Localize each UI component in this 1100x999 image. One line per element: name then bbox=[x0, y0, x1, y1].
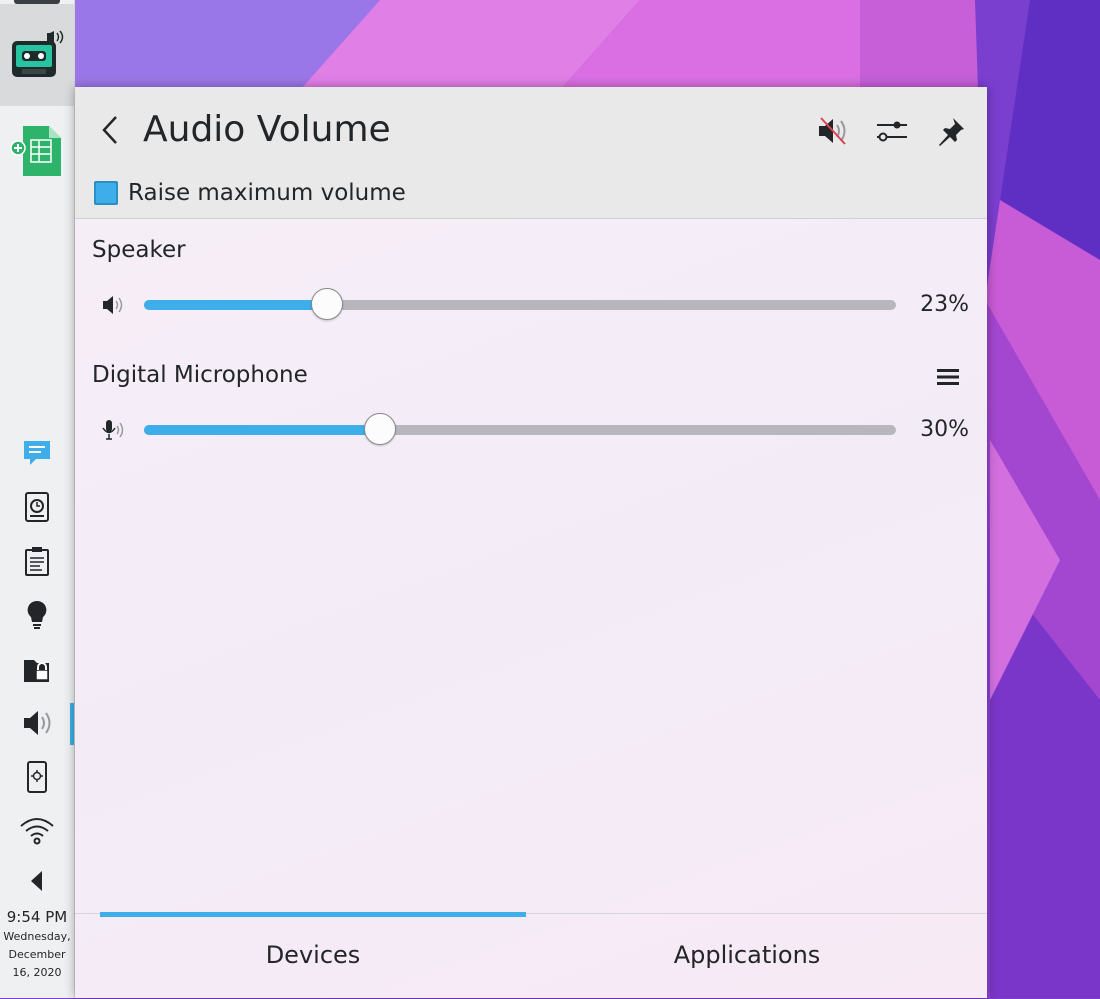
spreadsheet-app-icon bbox=[10, 126, 61, 176]
notifications-icon bbox=[24, 441, 50, 465]
tab-applications[interactable]: Applications bbox=[531, 925, 963, 985]
active-tray-indicator bbox=[70, 703, 74, 745]
audio-volume-popup: Audio Volume Raise maximum volume Speake… bbox=[75, 87, 987, 998]
spreadsheet-app-task[interactable] bbox=[0, 120, 74, 180]
microphone-menu-button[interactable] bbox=[933, 363, 963, 391]
slider-fill bbox=[144, 425, 380, 435]
notifications-tray[interactable] bbox=[14, 430, 60, 476]
lightbulb-tray[interactable] bbox=[14, 592, 60, 638]
slider-fill bbox=[144, 300, 327, 310]
speaker-muted-icon bbox=[819, 117, 846, 145]
raise-max-volume-checkbox[interactable]: Raise maximum volume bbox=[94, 177, 406, 209]
phone-connect-icon bbox=[27, 761, 47, 793]
microphone-icon-wrap bbox=[99, 416, 127, 444]
volume-icon bbox=[24, 711, 51, 735]
microphone-icon bbox=[102, 420, 124, 440]
wifi-icon bbox=[20, 818, 54, 845]
pin-button[interactable] bbox=[931, 111, 971, 151]
disk-backup-icon bbox=[25, 492, 49, 522]
microphone-volume-slider[interactable] bbox=[144, 413, 896, 445]
clipboard-tray[interactable] bbox=[14, 538, 60, 584]
phone-connect-tray[interactable] bbox=[14, 754, 60, 800]
clipboard-icon bbox=[25, 547, 49, 576]
tab-devices[interactable]: Devices bbox=[100, 925, 526, 985]
raise-max-volume-label: Raise maximum volume bbox=[128, 180, 406, 206]
clock-time: 9:54 PM bbox=[6, 908, 68, 926]
disk-backup-tray[interactable] bbox=[14, 484, 60, 530]
hamburger-menu-icon bbox=[937, 369, 959, 385]
pin-icon bbox=[939, 118, 964, 146]
expand-tray-button[interactable] bbox=[14, 858, 60, 904]
mixer-settings-icon bbox=[877, 121, 907, 142]
speaker-icon-wrap bbox=[99, 291, 127, 319]
wifi-tray[interactable] bbox=[14, 808, 60, 854]
lightbulb-icon bbox=[27, 600, 47, 629]
speaker-volume-slider[interactable] bbox=[144, 288, 896, 320]
popup-title: Audio Volume bbox=[143, 109, 391, 150]
microphone-device-name: Digital Microphone bbox=[92, 362, 308, 388]
volume-tray[interactable] bbox=[14, 700, 60, 746]
speaker-icon bbox=[103, 296, 123, 314]
microphone-volume-label: 30% bbox=[920, 417, 969, 442]
mute-all-button[interactable] bbox=[812, 111, 852, 151]
speaker-volume-label: 23% bbox=[920, 292, 969, 317]
slider-handle[interactable] bbox=[311, 288, 343, 320]
left-panel: 9:54 PM Wednesday, December 16, 2020 bbox=[0, 0, 75, 998]
back-icon bbox=[102, 116, 117, 144]
clock-date-line3: 16, 2020 bbox=[12, 966, 62, 979]
digital-clock[interactable]: 9:54 PM Wednesday, December 16, 2020 bbox=[0, 908, 74, 982]
vault-tray[interactable] bbox=[14, 646, 60, 692]
slider-handle[interactable] bbox=[364, 413, 396, 445]
cassette-app-task[interactable] bbox=[0, 20, 74, 92]
back-button[interactable] bbox=[95, 113, 125, 147]
clock-date-line1: Wednesday, bbox=[3, 930, 71, 943]
mixer-settings-button[interactable] bbox=[872, 111, 912, 151]
vault-icon bbox=[24, 660, 49, 682]
speaker-device-name: Speaker bbox=[92, 237, 186, 263]
clock-date-line2: December bbox=[8, 948, 66, 961]
expand-tray-icon bbox=[31, 871, 42, 891]
active-tab-indicator bbox=[100, 912, 526, 917]
popup-header: Audio Volume Raise maximum volume bbox=[75, 87, 987, 219]
checkbox-indicator[interactable] bbox=[94, 181, 118, 205]
cassette-app-icon bbox=[12, 30, 64, 77]
